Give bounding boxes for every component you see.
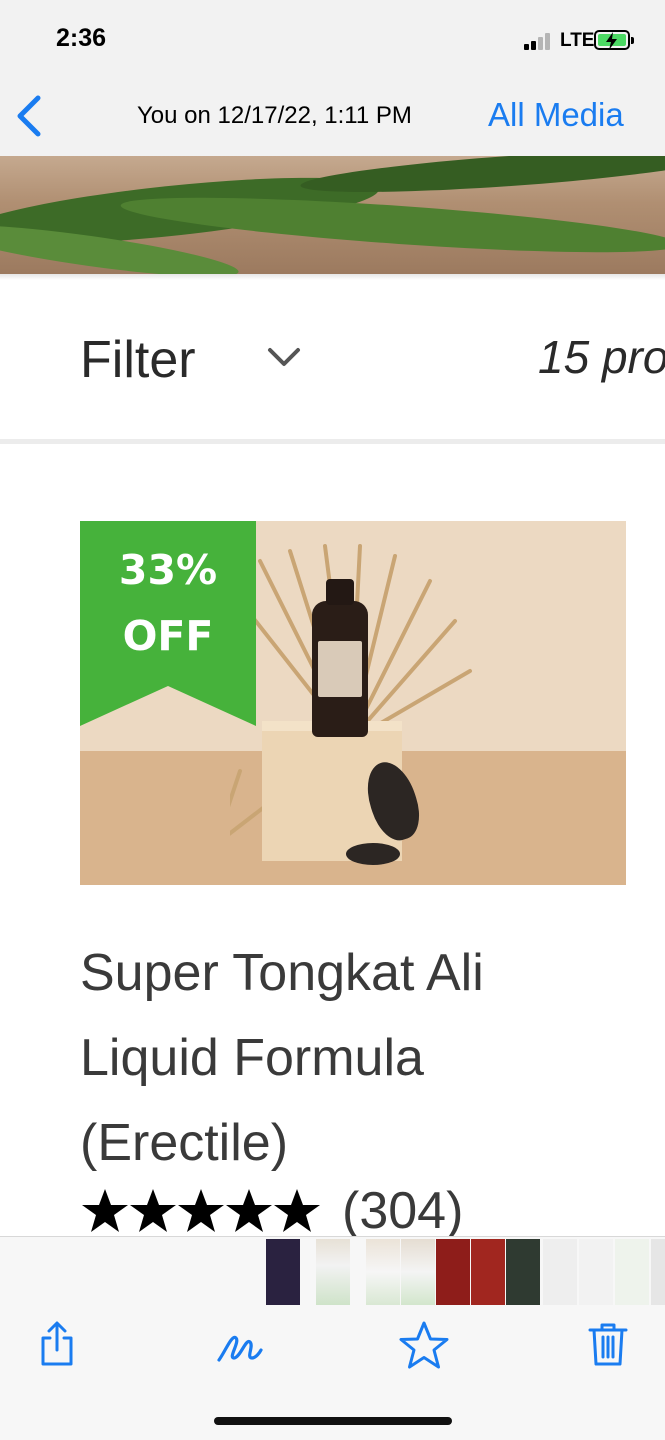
product-title-line: Liquid Formula (80, 1029, 424, 1087)
thumbnail[interactable] (579, 1239, 613, 1305)
thumbnail[interactable] (471, 1239, 505, 1305)
thumbnail[interactable] (366, 1239, 400, 1305)
product-title: Super Tongkat Ali Liquid Formula (Erecti… (80, 931, 620, 1186)
thumbnail-strip[interactable] (0, 1236, 665, 1311)
favorite-star-icon (399, 1321, 449, 1369)
favorite-button[interactable] (398, 1320, 449, 1369)
cellular-signal-icon (524, 32, 554, 50)
photo-viewer[interactable]: Filter 15 pro 33% OFF Super Tongkat Ali … (0, 156, 665, 1236)
thumbnail[interactable] (401, 1239, 435, 1305)
photo-timestamp-title: You on 12/17/22, 1:11 PM (137, 102, 412, 129)
review-count: (304) (342, 1182, 464, 1236)
discount-percent: 33% (118, 546, 218, 594)
share-button[interactable] (33, 1320, 81, 1368)
rating-stars-icon (82, 1189, 320, 1232)
product-title-line: (Erectile) (80, 1114, 289, 1172)
clock: 2:36 (56, 24, 107, 52)
chevron-down-icon (268, 348, 300, 366)
bottom-toolbar (0, 1310, 665, 1440)
thumbnail[interactable] (436, 1239, 470, 1305)
home-indicator[interactable] (214, 1417, 452, 1425)
chevron-left-icon (17, 95, 41, 137)
discount-off: OFF (122, 612, 214, 660)
product-count: 15 pro (538, 331, 665, 383)
thumbnail[interactable] (651, 1239, 665, 1305)
filter-bar: Filter 15 pro (0, 280, 665, 440)
thumbnail[interactable] (316, 1239, 350, 1305)
thumbnail[interactable] (266, 1239, 300, 1305)
product-bottle (312, 579, 368, 737)
thumbnail[interactable] (615, 1239, 649, 1305)
header-banner-image (0, 156, 665, 274)
filter-label: Filter (80, 331, 196, 389)
markup-icon (217, 1335, 263, 1362)
photo-nav-bar: You on 12/17/22, 1:11 PM All Media (0, 80, 665, 156)
thumbnail[interactable] (506, 1239, 540, 1305)
network-type: LTE (560, 30, 595, 51)
trash-icon (588, 1323, 628, 1366)
battery-charging-icon (594, 30, 634, 50)
thumbnail[interactable] (543, 1239, 577, 1305)
all-media-button[interactable]: All Media (488, 96, 624, 134)
markup-button[interactable] (216, 1320, 264, 1368)
product-image: 33% OFF (80, 521, 626, 885)
back-button[interactable] (14, 94, 46, 138)
share-icon (41, 1321, 73, 1366)
delete-button[interactable] (584, 1320, 632, 1368)
divider (0, 439, 665, 444)
product-title-line: Super Tongkat Ali (80, 944, 484, 1002)
status-bar: 2:36 LTE (0, 0, 665, 80)
